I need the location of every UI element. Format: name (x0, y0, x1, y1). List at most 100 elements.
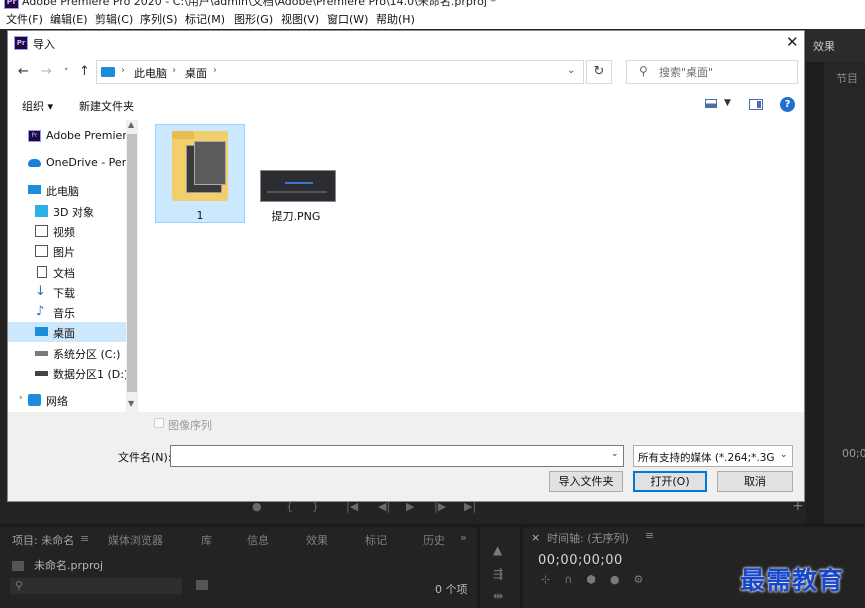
expand-chevron-icon[interactable]: › (19, 393, 23, 403)
nav-item-adobe-premiere[interactable]: Pr Adobe Premiere (8, 126, 133, 146)
nav-item-documents[interactable]: 文档 (8, 262, 126, 282)
nav-item-drive-d[interactable]: 数据分区1 (D:) (8, 363, 128, 383)
nav-item-this-pc[interactable]: 此电脑 (8, 180, 126, 200)
image-sequence-label: 图像序列 (168, 419, 212, 432)
up-arrow-icon[interactable]: ↑ (79, 64, 90, 79)
menu-edit[interactable]: 编辑(E) (50, 12, 88, 28)
menu-view[interactable]: 视图(V) (281, 12, 319, 28)
project-file-name: 未命名.prproj (34, 559, 104, 572)
nav-item-label: 音乐 (53, 307, 75, 320)
breadcrumb-this-pc[interactable]: 此电脑 (134, 65, 167, 81)
address-dropdown-icon[interactable]: ⌄ (567, 65, 575, 76)
nest-icon[interactable]: ⊹ (541, 573, 550, 586)
network-icon (28, 394, 41, 406)
video-icon (35, 225, 48, 237)
nav-item-label: 3D 对象 (53, 206, 94, 219)
monitor-transport-controls: ● { } |◀ ◀| ▶ |▶ ▶| (240, 500, 560, 514)
breadcrumb-separator-icon[interactable]: › (172, 65, 176, 76)
new-folder-button[interactable]: 新建文件夹 (79, 98, 134, 114)
menu-window[interactable]: 窗口(W) (327, 12, 368, 28)
effects-tab[interactable]: 效果 (813, 38, 835, 54)
thumbnail-detail (267, 191, 327, 193)
project-panel-tabs: 项目: 未命名 ≡ 媒体浏览器 库 信息 效果 标记 历史 » (0, 529, 477, 549)
nav-item-3d-objects[interactable]: 3D 对象 (8, 201, 126, 221)
nav-item-music[interactable]: ♪ 音乐 (8, 302, 126, 322)
file-type-filter-select[interactable]: 所有支持的媒体 (*.264;*.3G2;* ⌄ (633, 445, 793, 467)
timeline-menu-icon[interactable]: ≡ (645, 529, 654, 542)
menu-markers[interactable]: 标记(M) (185, 12, 225, 28)
nav-item-network[interactable]: › 网络 (8, 390, 126, 410)
snap-icon[interactable]: ∩ (564, 573, 572, 586)
linked-selection-icon[interactable]: ⬢ (586, 573, 596, 586)
menu-graphics[interactable]: 图形(G) (234, 12, 273, 28)
tab-history[interactable]: 历史 (423, 532, 445, 548)
tab-info[interactable]: 信息 (247, 532, 269, 548)
cloud-icon (28, 159, 41, 167)
documents-icon (37, 266, 47, 278)
tab-media-browser[interactable]: 媒体浏览器 (108, 532, 163, 548)
tab-libraries[interactable]: 库 (201, 532, 212, 548)
nav-item-desktop[interactable]: 桌面 (8, 322, 126, 342)
ripple-edit-tool-icon[interactable]: ⇹ (493, 589, 503, 603)
breadcrumb-separator-icon[interactable]: › (213, 65, 217, 76)
tab-project[interactable]: 项目: 未命名 (12, 532, 74, 548)
new-bin-icon[interactable] (196, 580, 208, 590)
view-options-dropdown-icon[interactable]: ▼ (724, 98, 731, 108)
scrollbar-thumb[interactable] (127, 134, 137, 392)
project-search-input[interactable]: ⚲ (10, 578, 182, 594)
nav-item-drive-c[interactable]: 系统分区 (C:) (8, 343, 126, 363)
app-menubar: 文件(F) 编辑(E) 剪辑(C) 序列(S) 标记(M) 图形(G) 视图(V… (0, 11, 865, 29)
recent-locations-chevron-icon[interactable]: ˅ (64, 68, 69, 78)
open-button[interactable]: 打开(O) (633, 471, 707, 492)
track-select-tool-icon[interactable]: ⇶ (493, 567, 503, 581)
folder-icon (172, 131, 228, 201)
help-icon[interactable]: ? (780, 97, 795, 112)
back-arrow-icon[interactable]: ← (18, 64, 29, 79)
address-bar[interactable]: › 此电脑 › 桌面 › ⌄ (96, 60, 584, 84)
menu-file[interactable]: 文件(F) (6, 12, 43, 28)
timeline-close-icon[interactable]: × (531, 531, 540, 544)
menu-sequence[interactable]: 序列(S) (140, 12, 178, 28)
scroll-up-icon[interactable]: ▲ (128, 120, 134, 129)
scroll-down-icon[interactable]: ▼ (128, 399, 134, 408)
menu-help[interactable]: 帮助(H) (376, 12, 415, 28)
file-list: 1 提刀.PNG (141, 120, 804, 412)
project-file-row[interactable]: 未命名.prproj (12, 557, 103, 573)
dialog-title: 导入 (33, 38, 55, 51)
breadcrumb-desktop[interactable]: 桌面 (185, 65, 207, 81)
forward-arrow-icon[interactable]: → (41, 64, 52, 79)
chevron-down-icon: ⌄ (780, 450, 788, 460)
menu-clip[interactable]: 剪辑(C) (95, 12, 133, 28)
tab-menu-icon[interactable]: ≡ (80, 532, 89, 545)
organize-button[interactable]: 组织 ▾ (22, 98, 53, 114)
settings-icon[interactable]: ⚙ (634, 573, 644, 586)
nav-item-pictures[interactable]: 图片 (8, 241, 126, 261)
tab-effects[interactable]: 效果 (306, 532, 328, 548)
nav-item-onedrive[interactable]: OneDrive - Perso (8, 153, 138, 173)
add-marker-icon[interactable]: ● (610, 573, 620, 586)
import-folder-button[interactable]: 导入文件夹 (549, 471, 623, 492)
timeline-timecode[interactable]: 00;00;00;00 (538, 553, 623, 568)
image-sequence-checkbox[interactable] (154, 418, 164, 428)
search-input[interactable] (659, 63, 789, 81)
nav-item-label: 视频 (53, 226, 75, 239)
preview-pane-icon[interactable] (749, 99, 763, 110)
nav-item-downloads[interactable]: ↓ 下载 (8, 282, 126, 302)
premiere-icon: Pr (28, 130, 41, 142)
filename-input[interactable]: ⌄ (170, 445, 624, 467)
tab-markers[interactable]: 标记 (365, 532, 387, 548)
file-item-image[interactable]: 提刀.PNG (251, 124, 341, 223)
nav-item-videos[interactable]: 视频 (8, 221, 126, 241)
close-icon[interactable]: ✕ (786, 33, 799, 51)
breadcrumb-separator-icon[interactable]: › (121, 65, 125, 76)
more-tabs-button[interactable]: » (460, 531, 467, 544)
change-view-icon[interactable] (705, 99, 717, 108)
cancel-button[interactable]: 取消 (717, 471, 793, 492)
search-box[interactable]: ⚲ (626, 60, 798, 84)
file-type-filter-value: 所有支持的媒体 (*.264;*.3G2;* (638, 452, 774, 464)
file-item-folder[interactable]: 1 (155, 124, 245, 223)
refresh-button[interactable]: ↻ (586, 60, 612, 84)
navigation-scrollbar[interactable]: ▲ ▼ (126, 120, 138, 412)
chevron-down-icon[interactable]: ⌄ (611, 449, 619, 459)
selection-tool-icon[interactable]: ▲ (493, 543, 502, 557)
